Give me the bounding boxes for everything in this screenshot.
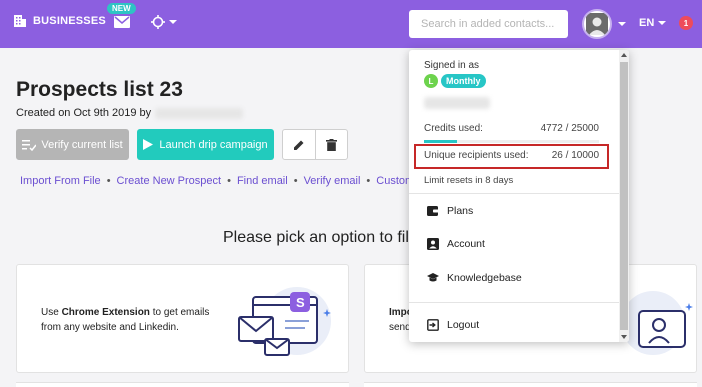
- page-title: Prospects list 23: [16, 78, 183, 101]
- unique-recipients-value: 26 / 10000: [551, 150, 599, 161]
- plan-badge: Monthly: [441, 74, 486, 88]
- separator-dot: •: [293, 175, 298, 187]
- menu-item-label: Account: [447, 238, 485, 250]
- menu-item-logout[interactable]: Logout: [427, 319, 479, 331]
- chrome-extension-label: Chrome Extension: [61, 307, 150, 318]
- chevron-down-icon: [658, 21, 667, 25]
- separator-dot: •: [227, 175, 231, 187]
- contact-card-illustration: [623, 291, 693, 355]
- menu-item-label: Plans: [447, 205, 474, 217]
- crosshair-icon: [151, 15, 165, 29]
- launch-drip-label: Launch drip campaign: [159, 138, 268, 151]
- list-check-icon: [22, 139, 37, 151]
- verify-list-label: Verify current list: [41, 138, 123, 151]
- card-row-2: [364, 382, 697, 387]
- trash-icon: [325, 138, 337, 151]
- signed-in-label: Signed in as: [424, 60, 480, 71]
- card-row-2: [16, 382, 349, 387]
- credits-label: Credits used:: [424, 123, 483, 134]
- account-icon: [427, 238, 439, 250]
- dropdown-scrollbar[interactable]: [619, 50, 629, 342]
- logout-icon: [427, 319, 439, 331]
- find-email-link[interactable]: Find email: [237, 175, 288, 187]
- created-info: Created on Oct 9th 2019 by: [16, 107, 244, 119]
- wallet-icon: [427, 206, 439, 216]
- menu-item-label: Knowledgebase: [447, 272, 522, 284]
- new-badge: NEW: [107, 3, 136, 14]
- chevron-down-icon: [618, 22, 626, 26]
- card-description: Use Chrome Extension to get emails from …: [41, 305, 231, 335]
- separator-dot: •: [366, 175, 371, 187]
- language-selector[interactable]: EN: [639, 17, 667, 29]
- menu-item-plans[interactable]: Plans: [427, 205, 473, 217]
- play-icon: [143, 139, 154, 150]
- businesses-label: BUSINESSES: [33, 15, 106, 27]
- action-links: Import From File • Create New Prospect •…: [20, 175, 414, 187]
- edit-delete-group: [282, 129, 348, 160]
- user-dropdown-menu: Signed in as L Monthly Credits used: 477…: [409, 50, 629, 342]
- menu-item-label: Logout: [447, 319, 480, 331]
- scroll-up-icon[interactable]: [621, 53, 627, 57]
- credits-value: 4772 / 25000: [540, 123, 599, 134]
- graduation-cap-icon: [427, 273, 439, 282]
- chevron-down-icon: [169, 20, 177, 24]
- divider: [409, 193, 619, 194]
- verify-list-button[interactable]: Verify current list: [16, 129, 129, 160]
- user-icon: [586, 13, 608, 35]
- svg-text:S: S: [296, 295, 305, 310]
- email-extension-illustration: S: [238, 287, 331, 356]
- plan-row: L Monthly: [424, 74, 486, 88]
- language-label: EN: [639, 17, 655, 29]
- menu-item-knowledgebase[interactable]: Knowledgebase: [427, 272, 522, 284]
- credits-used-row: Credits used: 4772 / 25000: [424, 123, 599, 134]
- import-file-link[interactable]: Import From File: [20, 175, 101, 187]
- card-text-prefix: Use: [41, 307, 62, 318]
- redacted-name: [155, 107, 244, 119]
- notification-badge[interactable]: 1: [679, 16, 693, 30]
- card-text-rest: send: [389, 322, 411, 333]
- delete-button[interactable]: [316, 130, 348, 159]
- target-menu[interactable]: [151, 15, 177, 29]
- launch-drip-button[interactable]: Launch drip campaign: [137, 129, 274, 160]
- pencil-icon: [293, 140, 304, 150]
- created-text: Created on Oct 9th 2019 by: [16, 107, 152, 119]
- limit-reset-text: Limit resets in 8 days: [424, 175, 514, 186]
- mail-icon[interactable]: [114, 15, 130, 29]
- unique-recipients-label: Unique recipients used:: [424, 150, 529, 161]
- building-icon: [14, 15, 26, 27]
- credits-progress-bar: [424, 140, 599, 143]
- scroll-down-icon[interactable]: [621, 335, 627, 339]
- search-input[interactable]: [409, 10, 568, 38]
- redacted-email: [424, 97, 490, 109]
- create-prospect-link[interactable]: Create New Prospect: [117, 175, 222, 187]
- menu-item-account[interactable]: Account: [427, 238, 485, 250]
- businesses-nav[interactable]: BUSINESSES: [13, 14, 106, 28]
- divider: [409, 302, 619, 303]
- plan-letter-badge: L: [424, 74, 438, 88]
- unique-recipients-row: Unique recipients used: 26 / 10000: [424, 150, 599, 161]
- verify-email-link[interactable]: Verify email: [304, 175, 361, 187]
- edit-button[interactable]: [283, 130, 316, 159]
- pick-option-heading: Please pick an option to fil: [223, 229, 409, 246]
- user-menu[interactable]: [582, 9, 626, 39]
- separator-dot: •: [106, 175, 111, 187]
- credits-progress-fill: [424, 140, 458, 143]
- scrollbar-thumb[interactable]: [620, 62, 628, 330]
- chrome-extension-card[interactable]: Use Chrome Extension to get emails from …: [16, 264, 349, 373]
- avatar: [582, 9, 612, 39]
- top-bar: BUSINESSES NEW EN 1: [0, 0, 702, 48]
